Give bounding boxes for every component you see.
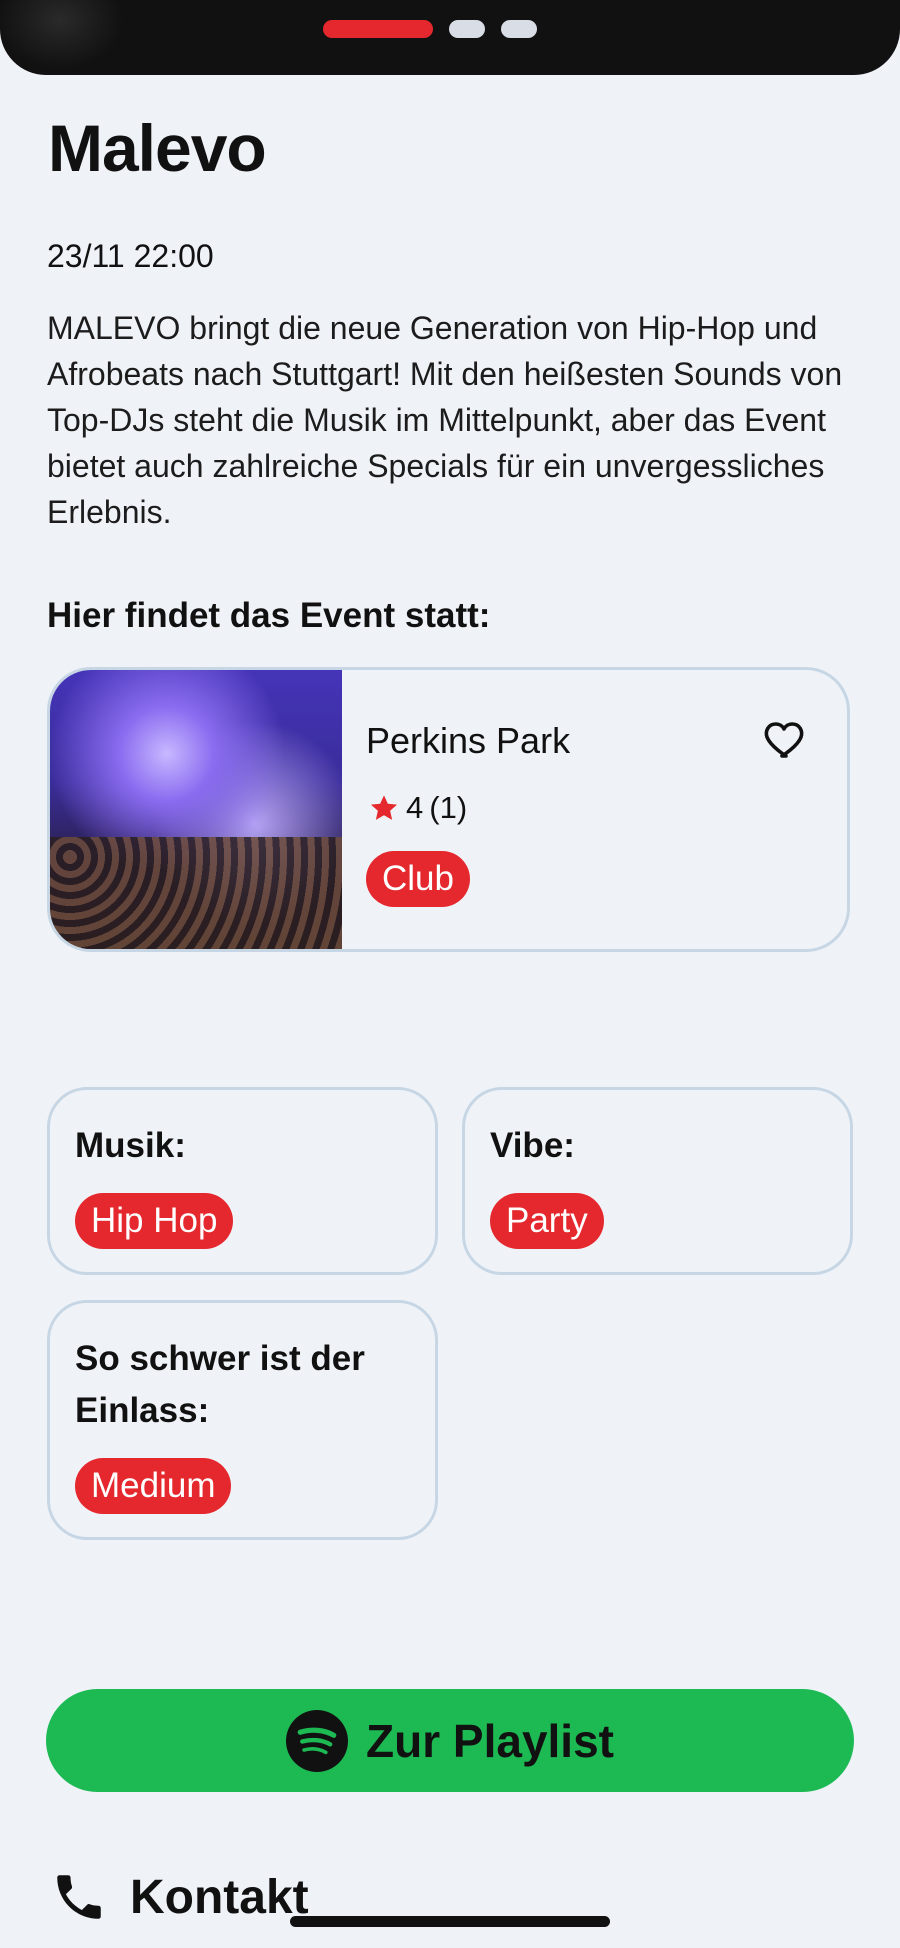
carousel-dot[interactable] — [449, 20, 485, 38]
vibe-label: Vibe: — [490, 1126, 575, 1165]
heart-icon[interactable] — [762, 715, 810, 763]
venue-type-badge: Club — [366, 851, 470, 907]
playlist-button[interactable]: Zur Playlist — [46, 1689, 854, 1792]
contact-label: Kontakt — [130, 1870, 309, 1924]
spotify-icon — [286, 1709, 349, 1772]
venue-card[interactable]: Perkins Park 4 (1) Club — [47, 667, 850, 952]
rating-value: 4 — [406, 790, 424, 825]
phone-icon — [57, 1875, 101, 1919]
event-title: Malevo — [48, 111, 267, 185]
venue-heading: Hier findet das Event statt: — [47, 596, 491, 635]
carousel-dot-active[interactable] — [323, 20, 433, 38]
venue-name: Perkins Park — [366, 720, 571, 761]
carousel-indicator — [0, 20, 900, 38]
music-badge: Hip Hop — [75, 1193, 234, 1249]
entry-badge: Medium — [75, 1458, 232, 1514]
rating-count: (1) — [429, 790, 468, 825]
carousel-dot[interactable] — [501, 20, 537, 38]
entry-label: So schwer ist der Einlass: — [75, 1339, 365, 1430]
vibe-badge: Party — [490, 1193, 604, 1249]
star-icon — [370, 795, 398, 820]
venue-image — [50, 670, 342, 949]
entry-difficulty-card: So schwer ist der Einlass: Medium — [47, 1300, 438, 1540]
home-indicator[interactable] — [290, 1916, 610, 1927]
venue-rating: 4 (1) — [368, 790, 467, 826]
music-label: Musik: — [75, 1126, 186, 1165]
event-description: MALEVO bringt die neue Generation von Hi… — [47, 310, 843, 530]
event-datetime: 23/11 22:00 — [47, 238, 214, 274]
event-hero-image[interactable] — [0, 0, 900, 75]
music-card: Musik: Hip Hop — [47, 1087, 438, 1275]
contact-section[interactable]: Kontakt — [50, 1868, 309, 1926]
playlist-label: Zur Playlist — [366, 1714, 614, 1767]
vibe-card: Vibe: Party — [462, 1087, 853, 1275]
